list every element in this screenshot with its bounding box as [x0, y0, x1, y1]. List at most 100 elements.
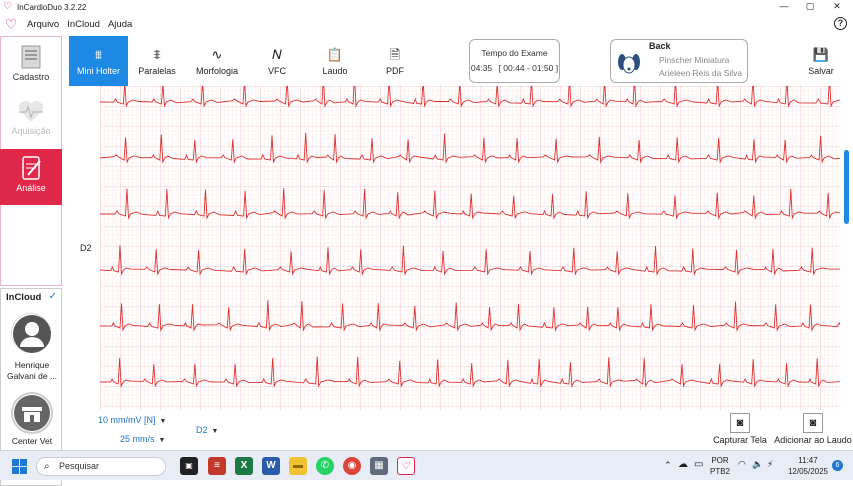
excel-icon[interactable]: X	[235, 457, 253, 475]
store-icon	[14, 395, 50, 431]
incardio-taskbar-icon[interactable]: ♡	[397, 457, 415, 475]
tab-vfc[interactable]: 𝑁 VFC	[262, 36, 292, 86]
search-icon: ⌕	[44, 461, 50, 472]
clinic-avatar[interactable]	[11, 392, 53, 434]
tab-laudo[interactable]: 📋 Laudo	[319, 36, 351, 86]
menu-ajuda[interactable]: Ajuda	[108, 19, 132, 30]
sidebar-label-analise: Análise	[16, 183, 46, 193]
chevron-down-icon: ▼	[158, 437, 166, 444]
camera-icon: ◙	[730, 413, 750, 433]
file-explorer-icon[interactable]: ▬	[289, 457, 307, 475]
tab-label-mini-holter: Mini Holter	[76, 66, 120, 76]
dog-icon	[617, 51, 641, 75]
sidebar-item-analise[interactable]: Análise	[0, 149, 62, 205]
language-indicator[interactable]: POR PTB2	[710, 455, 730, 477]
whatsapp-icon[interactable]: ✆	[316, 457, 334, 475]
lead-label: D2	[80, 243, 92, 253]
window-title: InCardioDuo 3.2.22	[17, 2, 87, 12]
heart-logo-icon: ♡	[4, 16, 18, 32]
save-label: Salvar	[808, 66, 834, 76]
exam-elapsed: 04:35	[470, 63, 493, 73]
tab-paralelas[interactable]: ⩨ Paralelas	[132, 36, 182, 86]
clipboard-icon: 📋	[326, 47, 344, 62]
tab-label-laudo: Laudo	[322, 66, 348, 76]
minimize-button[interactable]: —	[771, 0, 797, 14]
lang-line1: POR	[711, 456, 729, 465]
windows-start-icon[interactable]	[12, 459, 27, 474]
patient-name: Back	[649, 41, 671, 51]
clock-time: 11:47	[798, 456, 818, 465]
gain-dropdown[interactable]: 10 mm/mV [N] ▼	[98, 415, 166, 425]
cloud-icon[interactable]: ☁	[678, 459, 688, 470]
tab-morfologia[interactable]: ∿ Morfologia	[191, 36, 243, 86]
help-icon[interactable]: ?	[834, 17, 847, 30]
pdf-file-icon: 🗎	[389, 47, 401, 62]
taskbar-search[interactable]: ⌕ Pesquisar	[36, 457, 166, 476]
menu-incloud[interactable]: InCloud	[67, 19, 100, 30]
ecg-grid	[100, 86, 840, 410]
sidebar-label-aquisicao: Aquisição	[11, 126, 51, 136]
tab-label-paralelas: Paralelas	[138, 66, 176, 76]
user-name-line1: Henrique	[14, 360, 50, 370]
hrv-icon: 𝑁	[272, 47, 282, 62]
ecg-canvas	[100, 86, 840, 410]
search-placeholder: Pesquisar	[59, 461, 100, 471]
exam-time-box: Tempo do Exame 04:35 [ 00:44 - 01:50 ]	[469, 39, 560, 83]
heart-monitor-icon	[18, 100, 44, 122]
calculator-icon[interactable]: ▦	[370, 457, 388, 475]
patient-breed: Pinscher Miniatura	[659, 55, 730, 65]
tab-mini-holter[interactable]: ⩩ Mini Holter	[69, 36, 128, 86]
save-button[interactable]: 💾 Salvar	[804, 36, 838, 86]
sidebar-item-cadastro[interactable]: Cadastro	[0, 42, 62, 94]
capture-screen-button[interactable]: ◙ Capturar Tela	[712, 410, 768, 445]
wifi-icon[interactable]: ◠	[738, 459, 746, 470]
notepad-pen-icon	[22, 156, 41, 180]
parallel-waves-icon: ⩨	[153, 47, 161, 62]
user-name: Henrique Galvani de ...	[1, 360, 63, 382]
notification-badge[interactable]: 6	[832, 460, 843, 471]
speed-dropdown[interactable]: 25 mm/s ▼	[120, 434, 165, 444]
patient-owner: Arieleen Reis da Silva	[659, 68, 743, 78]
sidebar: Cadastro Aquisição Análise InCloud ✓ Hen…	[0, 36, 63, 486]
taskbar: ⌕ Pesquisar ▣ ≡ X W ▬ ✆ ◉ ▦ ♡ ⌃ ☁ ▭ POR …	[0, 450, 853, 480]
chrome-icon[interactable]: ◉	[343, 457, 361, 475]
tab-label-pdf: PDF	[386, 66, 404, 76]
tab-label-morfologia: Morfologia	[195, 66, 239, 76]
chevron-down-icon: ▼	[159, 418, 167, 425]
vertical-scrollbar[interactable]	[842, 86, 850, 410]
word-icon[interactable]: W	[262, 457, 280, 475]
camera-add-icon: ◙	[803, 413, 823, 433]
tray-chevron-up-icon[interactable]: ⌃	[664, 460, 672, 471]
ecg-strip[interactable]	[100, 86, 840, 410]
user-avatar[interactable]	[11, 313, 51, 353]
title-bar: ♡ InCardioDuo 3.2.22	[0, 0, 853, 14]
patient-box[interactable]: Back Pinscher Miniatura Arieleen Reis da…	[610, 39, 748, 83]
red-app-icon[interactable]: ≡	[208, 457, 226, 475]
lead-dropdown[interactable]: D2 ▼	[196, 425, 218, 435]
save-icon: 💾	[812, 47, 830, 62]
close-button[interactable]: ✕	[824, 0, 850, 14]
lang-line2: PTB2	[710, 467, 731, 476]
sidebar-item-aquisicao[interactable]: Aquisição	[0, 98, 62, 148]
menu-arquivo[interactable]: Arquivo	[27, 19, 59, 30]
app-logo-icon: ♡	[3, 1, 12, 12]
incloud-title: InCloud	[6, 292, 42, 303]
power-icon[interactable]: ⚡	[767, 459, 773, 470]
maximize-button[interactable]: ▢	[797, 0, 823, 14]
user-name-line2: Galvani de ...	[6, 371, 58, 381]
tab-pdf[interactable]: 🗎 PDF	[382, 36, 408, 86]
battery-icon[interactable]: ▭	[694, 459, 703, 470]
wave-morphology-icon: ∿	[211, 47, 223, 62]
clock[interactable]: 11:47 12/05/2025	[786, 455, 830, 477]
ecg-grid-icon: ⩩	[95, 47, 102, 62]
add-report-label: Adicionar ao Laudo	[774, 435, 852, 445]
menu-bar: ♡ Arquivo InCloud Ajuda	[0, 14, 853, 34]
capture-label: Capturar Tela	[713, 435, 767, 445]
add-to-report-button[interactable]: ◙ Adicionar ao Laudo	[774, 410, 852, 445]
gain-value: 10 mm/mV [N]	[98, 415, 156, 425]
user-avatar-icon	[13, 315, 51, 353]
scrollbar-thumb[interactable]	[844, 150, 849, 224]
speaker-icon[interactable]: 🔈	[752, 459, 763, 470]
task-view-icon[interactable]: ▣	[180, 457, 198, 475]
tab-label-vfc: VFC	[268, 66, 286, 76]
